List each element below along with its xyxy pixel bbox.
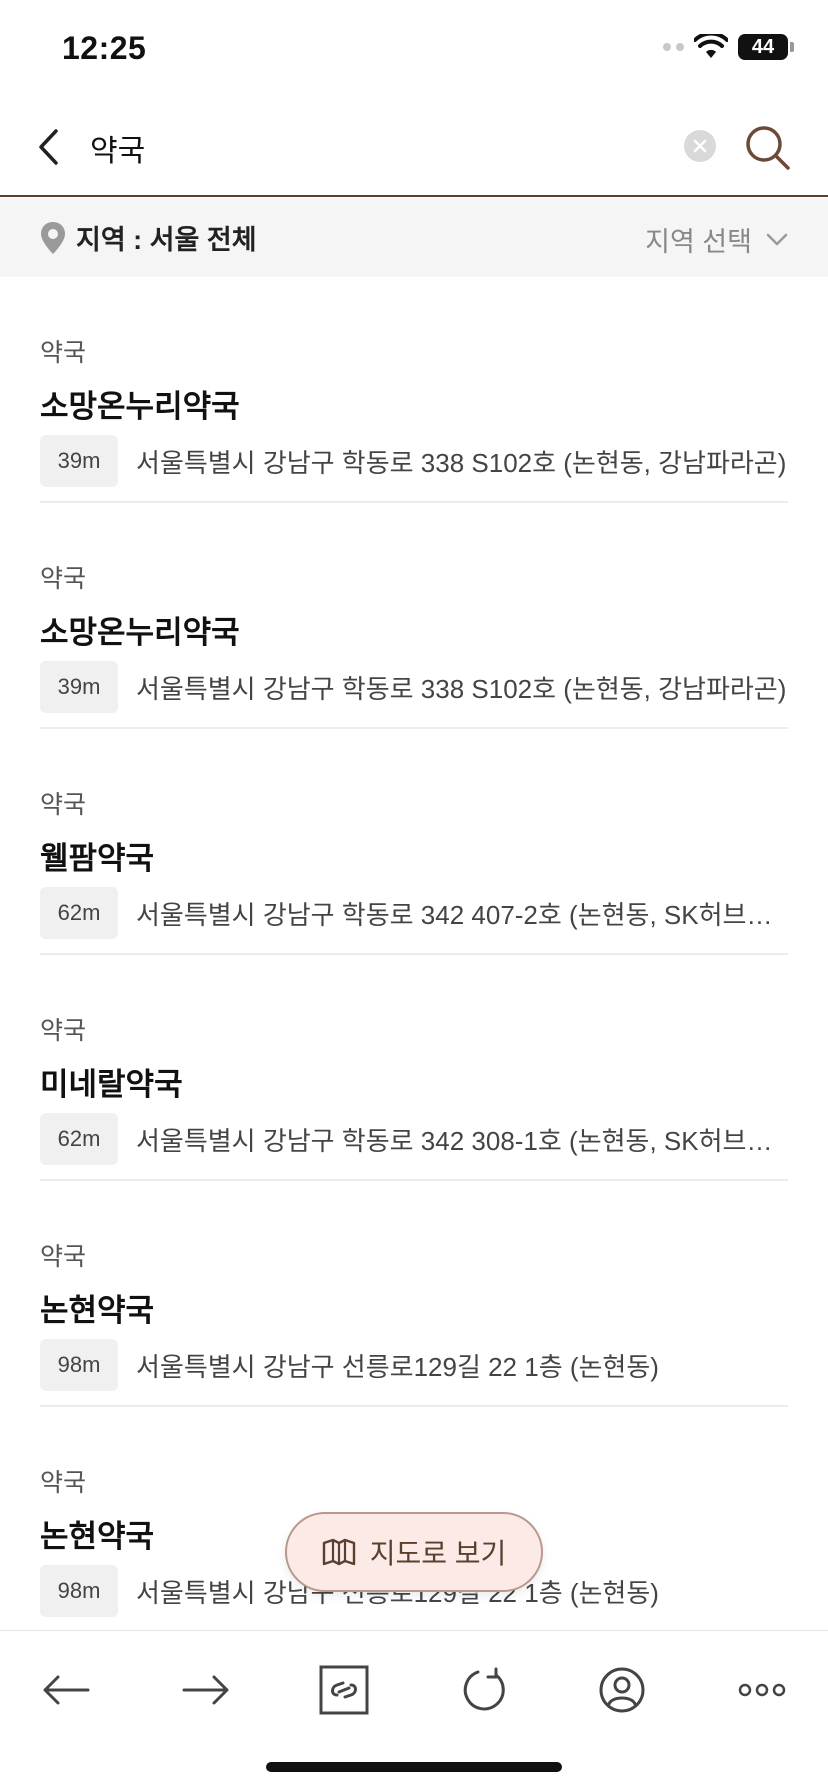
search-input[interactable]: 약국 bbox=[90, 126, 145, 170]
location-pin-icon bbox=[41, 221, 65, 254]
battery-level: 44 bbox=[738, 34, 788, 60]
link-button[interactable] bbox=[304, 1657, 384, 1723]
battery-icon: 44 bbox=[738, 34, 794, 60]
distance-badge: 39m bbox=[40, 435, 118, 487]
cellular-signal-icon bbox=[663, 43, 684, 51]
status-bar: 12:25 44 bbox=[0, 0, 828, 100]
region-label: 지역 : 서울 전체 bbox=[76, 225, 257, 255]
region-info: 지역 : 서울 전체 bbox=[40, 218, 257, 257]
forward-arrow-icon bbox=[182, 1675, 229, 1705]
profile-button[interactable] bbox=[582, 1657, 662, 1723]
item-category: 약국 bbox=[40, 565, 87, 593]
refresh-button[interactable] bbox=[444, 1657, 524, 1723]
region-select-label: 지역 선택 bbox=[645, 227, 752, 257]
view-map-button[interactable]: 지도로 보기 bbox=[285, 1512, 543, 1592]
item-name[interactable]: 미네랄약국 bbox=[40, 1059, 183, 1104]
region-bar: 지역 : 서울 전체 지역 선택 bbox=[0, 198, 828, 277]
more-icon bbox=[738, 1683, 786, 1697]
list-item[interactable]: 약국 미네랄약국 62m 서울특별시 강남구 학동로 342 308-1호 (논… bbox=[40, 955, 788, 1181]
browser-back-button[interactable] bbox=[26, 1657, 106, 1723]
item-address: 서울특별시 강남구 선릉로129길 22 1층 (논현동) bbox=[136, 1351, 659, 1382]
list-item[interactable]: 약국 논현약국 98m 서울특별시 강남구 선릉로129길 22 1층 (논현동… bbox=[40, 1181, 788, 1407]
item-address: 서울특별시 강남구 학동로 342 407-2호 (논현동, SK허브블… bbox=[136, 899, 788, 930]
item-category: 약국 bbox=[40, 791, 87, 819]
distance-badge: 98m bbox=[40, 1339, 118, 1391]
item-address: 서울특별시 강남구 학동로 342 308-1호 (논현동, SK허브빌… bbox=[136, 1125, 788, 1156]
more-button[interactable] bbox=[722, 1657, 802, 1723]
item-name[interactable]: 논현약국 bbox=[40, 1285, 154, 1330]
refresh-icon bbox=[463, 1667, 505, 1711]
item-name[interactable]: 소망온누리약국 bbox=[40, 381, 240, 426]
distance-badge: 39m bbox=[40, 661, 118, 713]
distance-badge: 62m bbox=[40, 1113, 118, 1165]
item-category: 약국 bbox=[40, 339, 87, 367]
search-icon bbox=[746, 126, 790, 170]
search-button[interactable] bbox=[740, 120, 796, 176]
link-icon bbox=[319, 1665, 369, 1715]
wifi-icon bbox=[694, 34, 728, 58]
distance-badge: 98m bbox=[40, 1565, 118, 1617]
browser-forward-button[interactable] bbox=[166, 1657, 246, 1723]
map-icon bbox=[322, 1538, 355, 1566]
item-name[interactable]: 웰팜약국 bbox=[40, 833, 154, 878]
status-indicators: 44 bbox=[663, 34, 794, 60]
home-indicator bbox=[266, 1762, 562, 1772]
status-time: 12:25 bbox=[62, 30, 147, 66]
chevron-left-icon bbox=[39, 129, 58, 165]
item-name[interactable]: 논현약국 bbox=[40, 1511, 154, 1556]
list-item[interactable]: 약국 소망온누리약국 39m 서울특별시 강남구 학동로 338 S102호 (… bbox=[40, 277, 788, 503]
item-name[interactable]: 소망온누리약국 bbox=[40, 607, 240, 652]
clear-search-button[interactable] bbox=[684, 130, 716, 162]
result-list: 약국 소망온누리약국 39m 서울특별시 강남구 학동로 338 S102호 (… bbox=[0, 277, 828, 1633]
view-map-label: 지도로 보기 bbox=[369, 1538, 507, 1569]
item-category: 약국 bbox=[40, 1017, 87, 1045]
item-category: 약국 bbox=[40, 1243, 87, 1271]
distance-badge: 62m bbox=[40, 887, 118, 939]
profile-icon bbox=[599, 1667, 645, 1713]
back-button[interactable] bbox=[24, 122, 74, 172]
region-select-button[interactable]: 지역 선택 bbox=[645, 220, 788, 259]
back-arrow-icon bbox=[43, 1675, 90, 1705]
item-category: 약국 bbox=[40, 1469, 87, 1497]
close-icon bbox=[693, 139, 707, 153]
item-address: 서울특별시 강남구 학동로 338 S102호 (논현동, 강남파라곤) bbox=[136, 673, 787, 704]
list-item[interactable]: 약국 웰팜약국 62m 서울특별시 강남구 학동로 342 407-2호 (논현… bbox=[40, 729, 788, 955]
chevron-down-icon bbox=[766, 233, 788, 245]
list-item[interactable]: 약국 소망온누리약국 39m 서울특별시 강남구 학동로 338 S102호 (… bbox=[40, 503, 788, 729]
item-address: 서울특별시 강남구 학동로 338 S102호 (논현동, 강남파라곤) bbox=[136, 447, 787, 478]
search-header: 약국 bbox=[0, 100, 828, 197]
